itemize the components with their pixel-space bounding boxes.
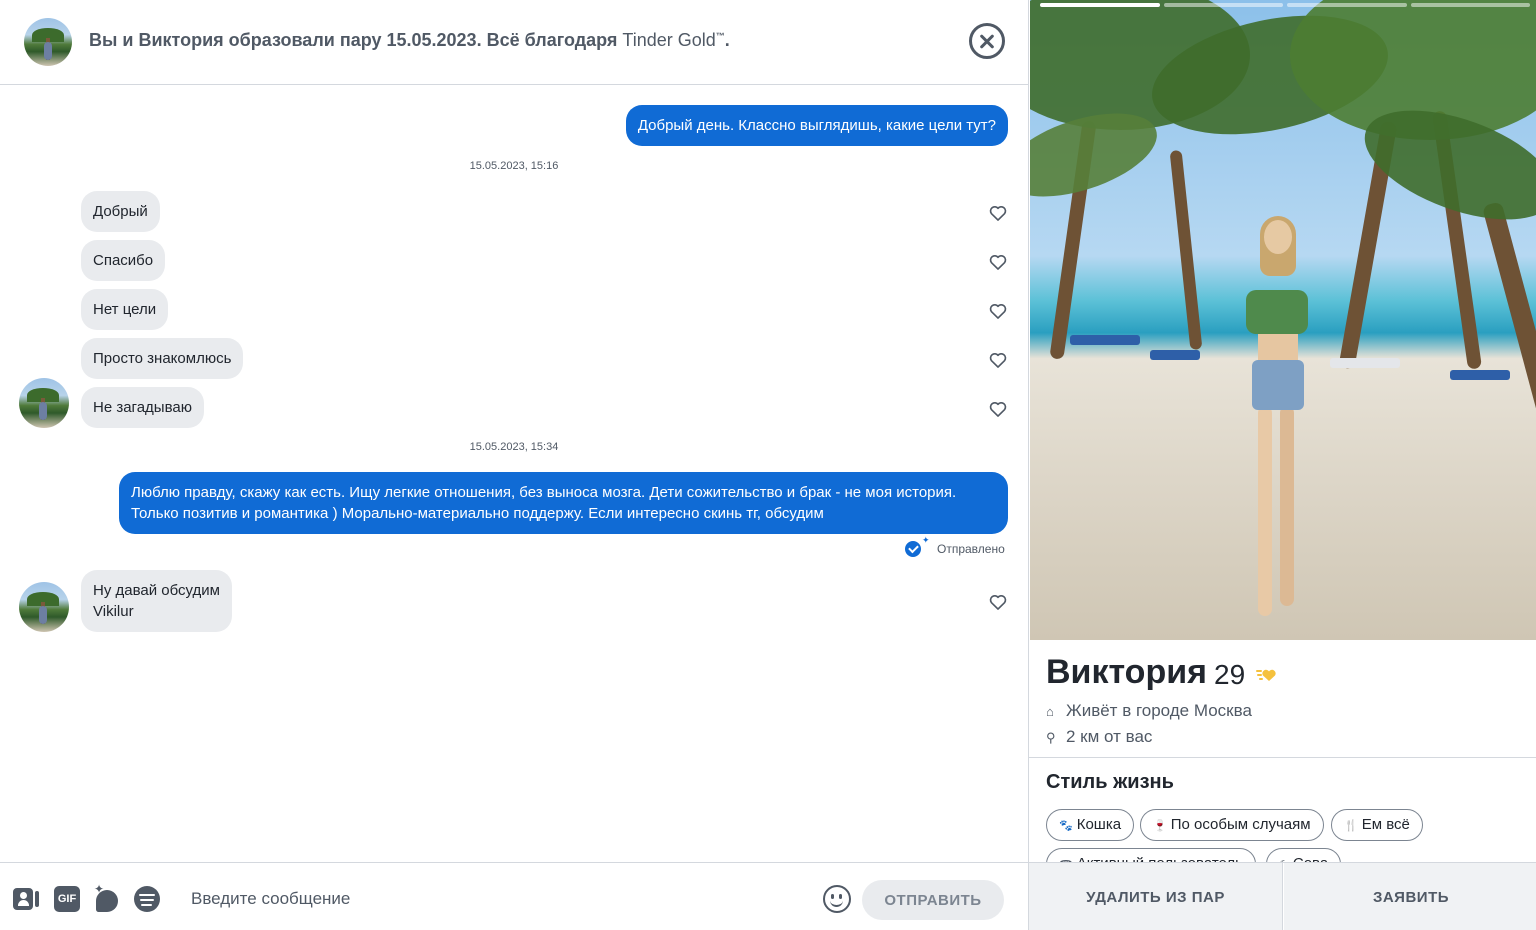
like-message-heart-icon[interactable]	[988, 350, 1008, 370]
message-timestamp: 15.05.2023, 15:34	[469, 441, 559, 453]
message-timestamp: 15.05.2023, 15:16	[469, 160, 559, 172]
match-avatar[interactable]	[24, 18, 72, 66]
person-figure	[1242, 216, 1312, 620]
incoming-message[interactable]: Просто знакомлюсь	[81, 338, 244, 379]
close-chat-button[interactable]	[969, 23, 1005, 59]
contact-card-icon[interactable]	[13, 886, 39, 912]
profile-name: Виктория	[1046, 653, 1207, 691]
message-list[interactable]: Добрый день. Классно выглядишь, какие це…	[0, 86, 1028, 862]
photo-progress	[1040, 3, 1530, 7]
message-composer: GIF ✦ ОТПРАВИТЬ	[0, 862, 1028, 930]
photo-progress-segment[interactable]	[1287, 3, 1407, 7]
photo-progress-segment[interactable]	[1163, 3, 1283, 7]
spotify-icon[interactable]	[134, 886, 160, 912]
chip-label: Ем всё	[1361, 816, 1410, 833]
location-pin-icon: ⚲	[1046, 730, 1056, 745]
photo-progress-segment[interactable]	[1410, 3, 1530, 7]
lifestyle-chip-drinking: 🍷 По особым случаям	[1140, 809, 1324, 841]
profile-photo[interactable]	[1030, 0, 1536, 640]
incoming-message[interactable]: Ну давай обсудим Vikilur	[81, 570, 232, 632]
sent-spark-icon: ✦	[922, 535, 930, 545]
chip-label: По особым случаям	[1170, 816, 1311, 833]
report-button[interactable]: ЗАЯВИТЬ	[1284, 863, 1536, 930]
lifestyle-title: Стиль жизнь	[1046, 771, 1174, 793]
tinder-gold-label: Tinder Gold	[622, 30, 716, 50]
sent-check-icon	[905, 541, 921, 557]
paw-icon: 🐾	[1059, 820, 1073, 832]
like-message-heart-icon[interactable]	[988, 203, 1008, 223]
like-message-heart-icon[interactable]	[988, 592, 1008, 612]
profile-panel: Виктория 29 ⌂ Живёт в городе Москва ⚲ 2 км…	[1028, 0, 1536, 930]
incoming-message-line: Ну давай обсудим	[93, 582, 220, 599]
message-input[interactable]	[180, 877, 810, 921]
outgoing-message[interactable]: Люблю правду, скажу как есть. Ищу легкие…	[119, 472, 1008, 534]
profile-distance: ⚲ 2 км от вас	[1046, 727, 1152, 747]
profile-city-label: Живёт в городе Москва	[1066, 701, 1252, 720]
send-button[interactable]: ОТПРАВИТЬ	[862, 880, 1004, 920]
like-message-heart-icon[interactable]	[988, 301, 1008, 321]
incoming-message[interactable]: Добрый	[81, 191, 160, 232]
sender-avatar[interactable]	[19, 378, 69, 428]
chip-label: Кошка	[1076, 816, 1122, 833]
unmatch-button[interactable]: УДАЛИТЬ ИЗ ПАР	[1029, 863, 1283, 930]
lifestyle-chip-diet: 🍴 Ем всё	[1331, 809, 1423, 841]
match-info-suffix: .	[724, 30, 730, 50]
tinder-gold-badge-icon	[1256, 669, 1276, 681]
incoming-message[interactable]: Нет цели	[81, 289, 169, 330]
profile-city: ⌂ Живёт в городе Москва	[1046, 701, 1252, 721]
home-icon: ⌂	[1046, 704, 1054, 719]
match-info-text: Вы и Виктория образовали пару 15.05.2023…	[89, 30, 730, 51]
chat-panel: Вы и Виктория образовали пару 15.05.2023…	[0, 0, 1028, 930]
sender-avatar[interactable]	[19, 582, 69, 632]
incoming-message[interactable]: Спасибо	[81, 240, 166, 281]
chat-header: Вы и Виктория образовали пару 15.05.2023…	[0, 0, 1028, 85]
incoming-message-line: Vikilur	[93, 603, 134, 620]
profile-age: 29	[1214, 659, 1246, 690]
gif-icon[interactable]: GIF	[54, 886, 80, 912]
section-divider	[1029, 757, 1536, 758]
profile-distance-label: 2 км от вас	[1066, 727, 1153, 746]
emoji-icon[interactable]	[823, 885, 851, 913]
food-icon: 🍴	[1344, 820, 1358, 832]
like-message-heart-icon[interactable]	[988, 252, 1008, 272]
lifestyle-chip-pets: 🐾 Кошка	[1046, 809, 1135, 841]
like-message-heart-icon[interactable]	[988, 399, 1008, 419]
match-info-prefix: Вы и Виктория образовали пару 15.05.2023…	[89, 30, 623, 50]
photo-progress-segment[interactable]	[1040, 3, 1160, 7]
glass-icon: 🍷	[1153, 820, 1167, 832]
profile-actions: УДАЛИТЬ ИЗ ПАР ЗАЯВИТЬ	[1029, 862, 1536, 930]
sticker-icon[interactable]: ✦	[94, 882, 120, 912]
incoming-message[interactable]: Не загадываю	[81, 387, 204, 428]
sent-status-label: Отправлено	[937, 542, 1005, 556]
outgoing-message[interactable]: Добрый день. Классно выглядишь, какие це…	[625, 105, 1008, 146]
trademark-mark: ™	[715, 31, 725, 41]
